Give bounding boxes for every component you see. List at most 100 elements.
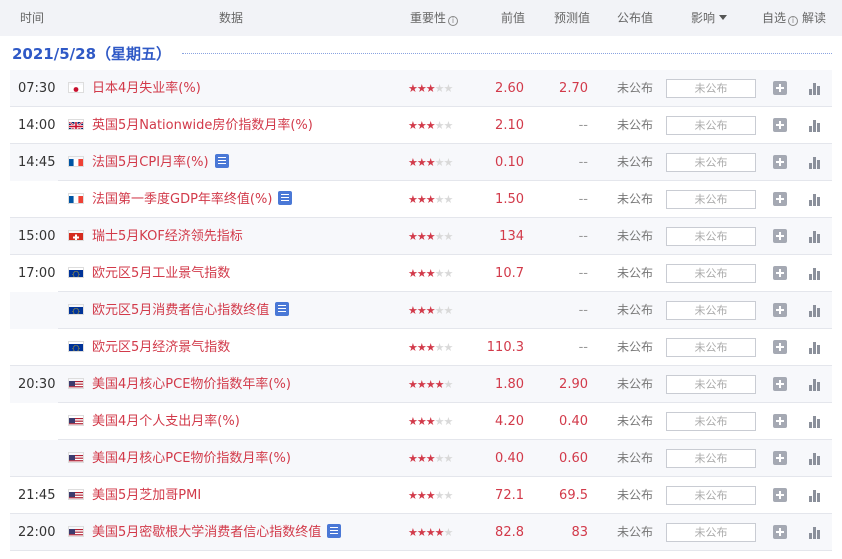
event-name-link[interactable]: 欧元区5月经济景气指数	[92, 329, 230, 366]
document-icon[interactable]	[278, 191, 293, 205]
bar-chart-icon[interactable]	[808, 414, 822, 428]
bar-chart-icon-bar	[813, 194, 816, 206]
impact-field: 未公布	[666, 264, 756, 283]
bar-chart-icon[interactable]	[808, 488, 822, 502]
bar-chart-icon[interactable]	[808, 118, 822, 132]
star-icon: ★	[408, 526, 418, 539]
add-to-watchlist-icon[interactable]	[773, 488, 787, 502]
bar-chart-icon[interactable]	[808, 451, 822, 465]
bar-chart-icon[interactable]	[808, 155, 822, 169]
impact-field: 未公布	[666, 227, 756, 246]
table-row: 17:00 欧元区5月工业景气指数 ★★★★★ 10.7 -- 未公布 未公布	[10, 255, 832, 292]
event-name-link[interactable]: 欧元区5月工业景气指数	[92, 255, 230, 292]
importance-stars: ★★★★★	[408, 70, 454, 107]
bar-chart-icon[interactable]	[808, 377, 822, 391]
header-data: 数据	[219, 11, 244, 25]
star-icon: ★	[434, 119, 445, 132]
importance-stars: ★★★★★	[408, 218, 454, 255]
previous-value: 1.50	[495, 192, 524, 207]
add-to-watchlist-icon[interactable]	[773, 192, 787, 206]
forecast-value: 0.40	[559, 414, 588, 429]
published-value: 未公布	[617, 118, 654, 132]
star-icon: ★	[434, 156, 445, 169]
event-name: 欧元区5月经济景气指数	[92, 340, 231, 355]
add-to-watchlist-icon[interactable]	[773, 118, 787, 132]
bar-chart-icon[interactable]	[808, 340, 822, 354]
bar-chart-icon-bar	[813, 268, 816, 280]
bar-chart-icon[interactable]	[808, 266, 822, 280]
add-to-watchlist-icon[interactable]	[773, 525, 787, 539]
star-icon: ★	[408, 341, 418, 354]
bar-chart-icon-bar	[809, 126, 812, 132]
star-icon: ★	[443, 82, 454, 95]
bar-chart-icon-bar	[813, 231, 816, 243]
impact-field: 未公布	[666, 116, 756, 135]
table-row: 07:30 日本4月失业率(%) ★★★★★ 2.60 2.70 未公布 未公布	[10, 70, 832, 107]
event-name-link[interactable]: 美国5月密歇根大学消费者信心指数终值	[92, 514, 342, 551]
add-to-watchlist-icon[interactable]	[773, 81, 787, 95]
event-name-link[interactable]: 美国4月个人支出月率(%)	[92, 403, 240, 440]
date-label: 2021/5/28（星期五）	[12, 45, 172, 63]
event-name-link[interactable]: 法国第一季度GDP年率终值(%)	[92, 181, 293, 218]
star-icon: ★	[443, 267, 454, 280]
event-name-link[interactable]: 英国5月Nationwide房价指数月率(%)	[92, 107, 313, 144]
add-to-watchlist-icon[interactable]	[773, 155, 787, 169]
star-icon: ★	[443, 378, 454, 391]
previous-value: 1.80	[495, 377, 524, 392]
star-icon: ★	[425, 82, 436, 95]
add-to-watchlist-icon[interactable]	[773, 266, 787, 280]
bar-chart-icon[interactable]	[808, 192, 822, 206]
event-name-link[interactable]: 法国5月CPI月率(%)	[92, 144, 229, 181]
star-icon: ★	[425, 489, 436, 502]
previous-value: 2.10	[495, 118, 524, 133]
table-row: 21:45 美国5月芝加哥PMI ★★★★★ 72.1 69.5 未公布 未公布	[10, 477, 832, 514]
event-name: 瑞士5月KOF经济领先指标	[92, 229, 243, 244]
star-icon: ★	[416, 267, 427, 280]
star-icon: ★	[434, 526, 445, 539]
event-name-link[interactable]: 瑞士5月KOF经济领先指标	[92, 218, 243, 255]
event-name-link[interactable]: 美国5月芝加哥PMI	[92, 477, 201, 514]
importance-stars: ★★★★★	[408, 440, 453, 477]
event-name-link[interactable]: 美国4月核心PCE物价指数年率(%)	[92, 366, 291, 403]
table-row: 欧元区5月消费者信心指数终值 ★★★★★ -- 未公布 未公布	[10, 292, 832, 329]
bar-chart-icon[interactable]	[808, 229, 822, 243]
star-icon: ★	[443, 230, 454, 243]
impact-filter[interactable]: 影响	[691, 0, 728, 36]
forecast-value: 69.5	[559, 488, 588, 503]
document-icon[interactable]	[214, 154, 229, 168]
bar-chart-icon[interactable]	[808, 525, 822, 539]
eu-flag	[68, 341, 84, 352]
add-to-watchlist-icon[interactable]	[773, 451, 787, 465]
published-value: 未公布	[617, 525, 654, 539]
date-divider	[182, 53, 832, 54]
document-icon[interactable]	[275, 302, 290, 316]
header-importance[interactable]: 重要性 i	[410, 0, 459, 36]
bar-chart-icon[interactable]	[808, 81, 822, 95]
bar-chart-icon-bar	[809, 237, 812, 243]
bar-chart-icon-bar	[809, 459, 812, 465]
add-to-watchlist-icon[interactable]	[773, 340, 787, 354]
info-icon[interactable]: i	[788, 16, 799, 26]
document-icon[interactable]	[327, 524, 342, 538]
star-icon: ★	[434, 341, 445, 354]
bar-chart-icon[interactable]	[808, 303, 822, 317]
event-name-link[interactable]: 欧元区5月消费者信心指数终值	[92, 292, 290, 329]
event-name: 日本4月失业率(%)	[92, 81, 201, 96]
table-row: 14:00 英国5月Nationwide房价指数月率(%) ★★★★★ 2.10 -- 未…	[10, 107, 832, 144]
add-to-watchlist-icon[interactable]	[773, 303, 787, 317]
bar-chart-icon-bar	[817, 86, 820, 95]
star-icon: ★	[425, 378, 436, 391]
add-to-watchlist-icon[interactable]	[773, 377, 787, 391]
published-value: 未公布	[617, 155, 654, 169]
header-custom[interactable]: 自选 i	[762, 0, 799, 36]
star-icon: ★	[434, 378, 445, 391]
table-row: 22:00 美国5月密歇根大学消费者信心指数终值 ★★★★★ 82.8 83 未公布 未公布	[10, 514, 832, 551]
add-to-watchlist-icon[interactable]	[773, 229, 787, 243]
importance-stars: ★★★★★	[408, 329, 453, 366]
bar-chart-icon-bar	[809, 348, 812, 354]
event-time: 15:00	[18, 229, 56, 244]
info-icon[interactable]: i	[448, 16, 459, 26]
event-name-link[interactable]: 日本4月失业率(%)	[92, 70, 201, 107]
event-name-link[interactable]: 美国4月核心PCE物价指数月率(%)	[92, 440, 291, 477]
add-to-watchlist-icon[interactable]	[773, 414, 787, 428]
